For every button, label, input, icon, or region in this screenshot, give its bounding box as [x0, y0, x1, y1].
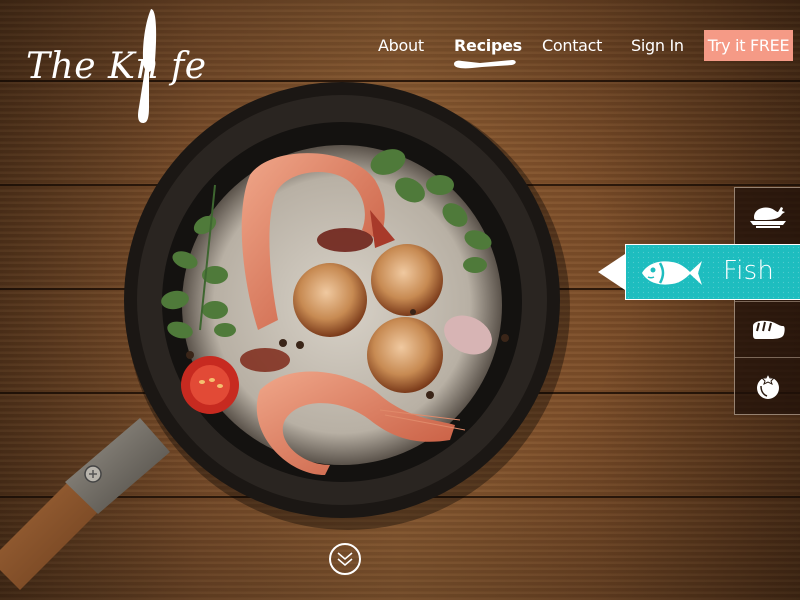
scroll-down-button[interactable] — [329, 543, 361, 575]
category-vegetables[interactable] — [735, 357, 800, 414]
category-menu — [734, 187, 800, 415]
try-free-button[interactable]: Try it FREE — [704, 30, 793, 61]
nav-sign-in[interactable]: Sign In — [631, 36, 684, 55]
double-chevron-down-icon — [337, 552, 353, 566]
selected-pointer — [598, 254, 625, 290]
tomato-icon — [757, 372, 779, 399]
nav-about[interactable]: About — [378, 36, 424, 55]
chicken-icon — [750, 207, 786, 228]
knife-logo-icon — [138, 9, 157, 123]
fish-icon — [642, 261, 702, 285]
category-fish-selected[interactable]: Fish — [625, 244, 800, 300]
category-poultry[interactable] — [735, 188, 800, 244]
hero-pan-image — [0, 82, 570, 590]
nav-contact[interactable]: Contact — [542, 36, 602, 55]
category-fish-label: Fish — [723, 256, 775, 286]
main-nav: About Recipes Contact Sign In — [0, 36, 800, 60]
steak-icon — [753, 320, 785, 339]
category-meat[interactable] — [735, 301, 800, 358]
nav-recipes[interactable]: Recipes — [454, 36, 522, 55]
active-knife-underline-icon — [454, 60, 516, 69]
